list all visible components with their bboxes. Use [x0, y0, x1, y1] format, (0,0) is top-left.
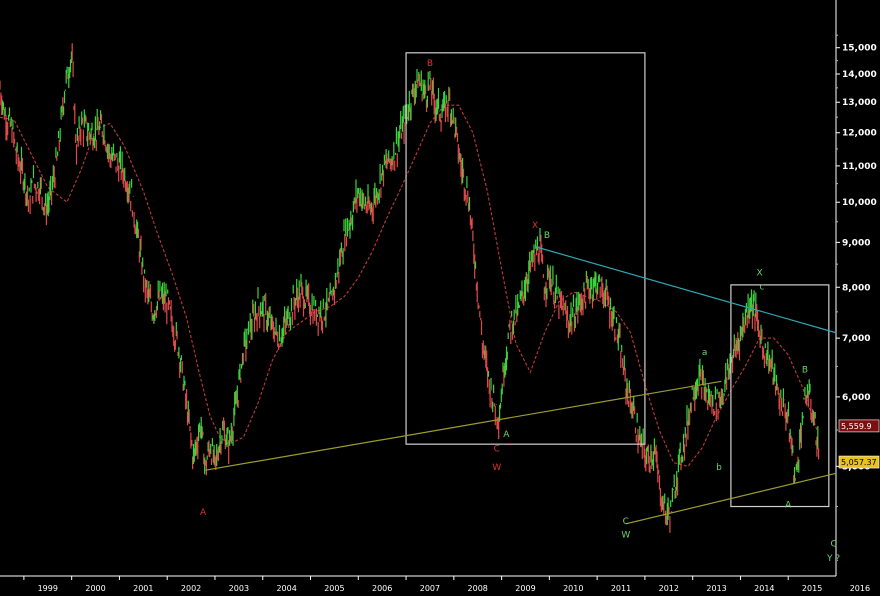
- wave-label: Y ?: [826, 554, 840, 564]
- x-tick-label: 1999: [38, 584, 58, 593]
- y-tick-label: 11,000: [842, 162, 877, 172]
- y-tick-label: 6,000: [842, 393, 870, 403]
- wave-label: B: [802, 365, 808, 375]
- x-tick-label: 2003: [229, 584, 249, 593]
- x-tick-label: 2005: [324, 584, 344, 593]
- wave-label: C: [623, 517, 629, 527]
- chart-container: 5,0006,0007,0008,0009,00010,00011,00012,…: [0, 0, 880, 596]
- x-tick-label: 2011: [611, 584, 631, 593]
- wave-label: B: [427, 59, 433, 69]
- y-tick-label: 15,000: [842, 44, 877, 54]
- wave-label: a: [702, 348, 708, 358]
- y-tick-label: 14,000: [842, 70, 877, 80]
- x-tick-label: 2002: [181, 584, 201, 593]
- x-tick-label: 2004: [276, 584, 296, 593]
- y-tick-label: 12,000: [842, 129, 877, 139]
- x-tick-label: 2015: [802, 584, 822, 593]
- wave-label: b: [716, 463, 722, 473]
- wave-label: B: [544, 231, 550, 241]
- x-tick-label: 2008: [468, 584, 488, 593]
- price-tag-label: 5,559.9: [841, 422, 872, 431]
- wave-label: C: [494, 444, 500, 454]
- x-tick-label: 2010: [563, 584, 583, 593]
- x-tick-label: 2001: [133, 584, 153, 593]
- y-tick-label: 13,000: [842, 98, 877, 108]
- x-tick-label: 2009: [515, 584, 535, 593]
- price-tag-label: 5,057.37: [841, 458, 877, 467]
- wave-label: A: [503, 430, 510, 440]
- wave-label: X: [756, 269, 762, 279]
- wave-label: c: [759, 283, 764, 293]
- wave-label: W: [621, 530, 630, 540]
- wave-label: W: [492, 463, 501, 473]
- x-tick-label: 2000: [85, 584, 105, 593]
- wave-label: C: [830, 540, 836, 550]
- x-tick-label: 2013: [706, 584, 726, 593]
- wave-label: A: [785, 500, 792, 510]
- x-tick-label: 2012: [659, 584, 679, 593]
- y-tick-label: 7,000: [842, 334, 870, 344]
- y-tick-label: 10,000: [842, 198, 877, 208]
- x-tick-label: 2016: [850, 584, 870, 593]
- x-tick-label: 2006: [372, 584, 392, 593]
- price-chart: 5,0006,0007,0008,0009,00010,00011,00012,…: [0, 0, 880, 596]
- x-tick-label: 2014: [754, 584, 774, 593]
- y-tick-label: 8,000: [842, 283, 870, 293]
- y-tick-label: 9,000: [842, 238, 870, 248]
- wave-label: A: [200, 508, 207, 518]
- x-tick-label: 2007: [420, 584, 440, 593]
- wave-label: X: [532, 221, 538, 231]
